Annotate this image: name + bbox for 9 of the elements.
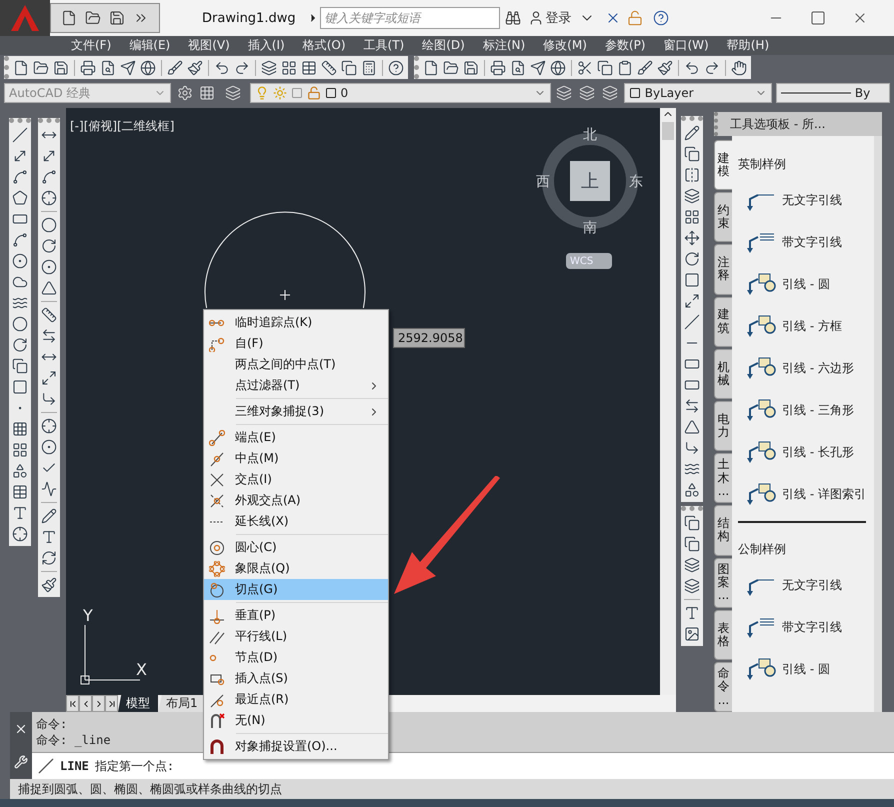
x-axis-label: X [136, 660, 147, 679]
section-heading: 英制样例 [738, 156, 788, 173]
history-line: 命令: _line [36, 732, 111, 748]
document-title: Drawing1.dwg [202, 10, 296, 26]
y-axis-label: Y [83, 606, 93, 625]
palette-title: 工具选项板 - 所... [714, 112, 882, 136]
history-line: 命令: [36, 716, 68, 732]
section-heading: 公制样例 [738, 541, 788, 558]
status-message: 捕捉到圆弧、圆、椭圆、椭圆弧或样条曲线的切点 [18, 780, 282, 798]
